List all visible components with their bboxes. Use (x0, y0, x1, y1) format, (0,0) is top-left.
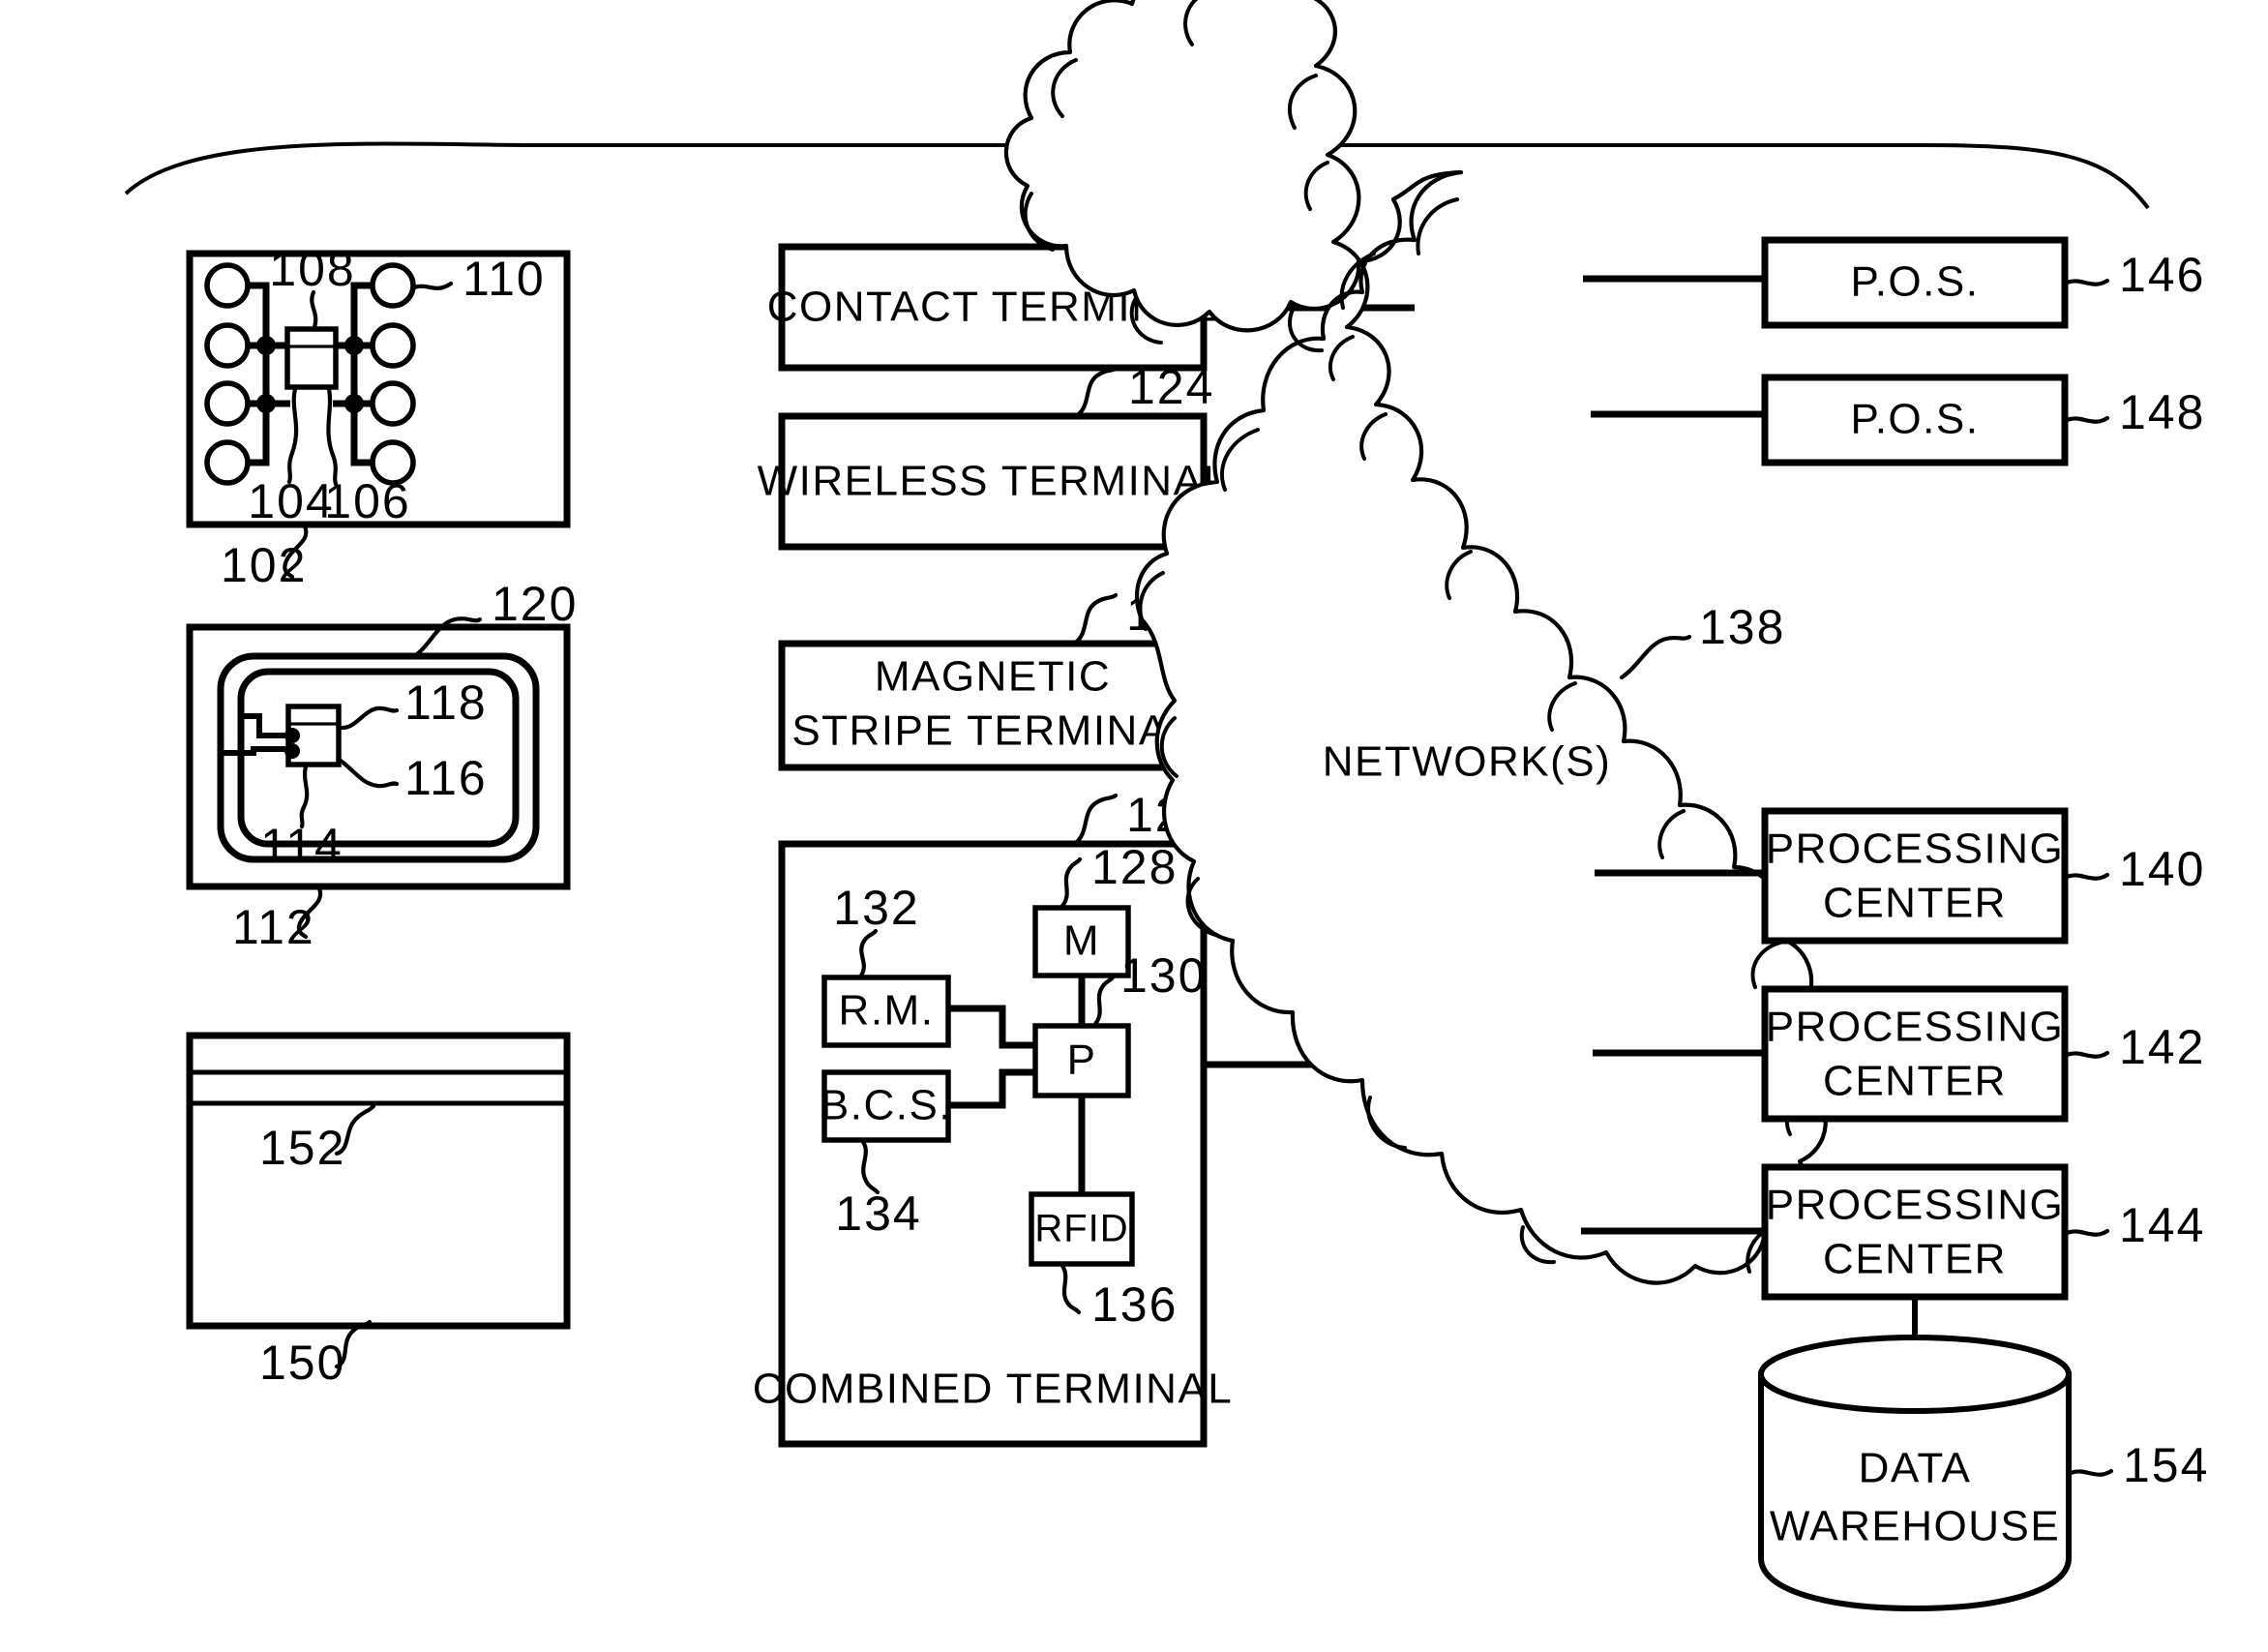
endpoint-pc-144-label-2: CENTER (1823, 1236, 2007, 1283)
ref-148: 148 (2119, 385, 2205, 439)
contact-pad-left-4 (204, 439, 251, 486)
module-rm-label: R.M. (839, 987, 935, 1035)
endpoint-pos-148-label: P.O.S. (1851, 396, 1980, 443)
ref-130: 130 (1120, 948, 1207, 1003)
ref-140: 140 (2119, 842, 2205, 896)
junction-dot (344, 394, 364, 413)
module-bcs-label: B.C.S. (821, 1082, 952, 1129)
contact-pad-left-2 (204, 322, 251, 369)
ref-108: 108 (269, 242, 355, 296)
contact-card-group: 108 110 104 106 102 (186, 242, 571, 592)
leader-144 (2064, 1228, 2110, 1237)
warehouse-cylinder-top (1758, 1335, 2072, 1414)
module-p-label: P (1067, 1036, 1097, 1084)
ref-138: 138 (1699, 600, 1785, 654)
leader-138 (1619, 634, 1692, 680)
ref-114: 114 (260, 819, 343, 873)
contact-pad-right-3 (370, 380, 416, 427)
endpoint-pc-144-label-1: PROCESSING (1766, 1182, 2064, 1229)
ref-110: 110 (463, 252, 546, 306)
junction-dot (256, 394, 276, 413)
figure-canvas: 100 (124, 0, 2209, 1612)
ref-136: 136 (1091, 1277, 1178, 1332)
network-label: NETWORK(S) (1323, 738, 1612, 786)
patent-figure: 100 (0, 0, 2268, 1652)
ref-132: 132 (833, 881, 919, 935)
terminal-magstripe-label-1: MAGNETIC (875, 653, 1111, 701)
rfid-chip-terminal (284, 743, 300, 759)
ref-150: 150 (259, 1336, 345, 1390)
terminal-combined-label: COMBINED TERMINAL (753, 1366, 1234, 1413)
leader-154 (2068, 1468, 2114, 1477)
module-m-label: M (1063, 917, 1100, 965)
contact-pad-right-2 (370, 322, 416, 369)
magstripe-card-body (186, 1032, 571, 1330)
rfid-card-group: 120 118 116 114 112 (186, 577, 578, 954)
ref-134: 134 (835, 1186, 921, 1241)
contact-pad-left-1 (204, 262, 251, 309)
ref-124: 124 (1128, 360, 1214, 414)
ref-118: 118 (404, 676, 488, 730)
ref-116: 116 (404, 751, 488, 805)
leader-142 (2064, 1050, 2110, 1059)
leader-146 (2064, 278, 2110, 286)
endpoint-pc-142-label-2: CENTER (1823, 1058, 2007, 1105)
junction-dot (256, 336, 276, 355)
junction-dot (344, 336, 364, 355)
warehouse-label-1: DATA (1859, 1445, 1972, 1492)
ref-104: 104 (248, 474, 334, 528)
leader-140 (2064, 872, 2110, 881)
ref-102: 102 (221, 538, 307, 592)
ref-142: 142 (2119, 1020, 2205, 1074)
rfid-chip-terminal (284, 728, 300, 743)
ref-128: 128 (1091, 840, 1178, 894)
contact-pad-left-3 (204, 380, 251, 427)
ref-112: 112 (232, 900, 315, 954)
ref-144: 144 (2119, 1198, 2205, 1252)
endpoint-pc-140-label-2: CENTER (1823, 880, 2007, 927)
contact-chip (284, 326, 339, 390)
terminal-magstripe-label-2: STRIPE TERMINAL (791, 707, 1193, 755)
endpoint-pos-146-group[interactable]: P.O.S. 146 (1583, 236, 2205, 329)
data-warehouse-group[interactable]: DATA WAREHOUSE 154 (1758, 1297, 2209, 1612)
module-rfid-label: RFID (1034, 1208, 1128, 1250)
endpoint-pos-146-label: P.O.S. (1851, 258, 1980, 306)
leader-126 (1071, 793, 1119, 847)
leader-125 (1071, 592, 1119, 646)
warehouse-label-2: WAREHOUSE (1770, 1503, 2060, 1550)
leader-124 (1073, 365, 1120, 419)
magstripe-card-group: 152 150 (186, 1032, 571, 1390)
terminal-wireless-label: WIRELESS TERMINAL (758, 458, 1229, 505)
endpoint-pc-142-label-1: PROCESSING (1766, 1004, 2064, 1051)
ref-154: 154 (2123, 1438, 2209, 1492)
leader-148 (2064, 415, 2110, 424)
contact-pad-right-1 (370, 262, 416, 309)
endpoint-pos-148-group[interactable]: P.O.S. 148 (1591, 374, 2205, 466)
ref-106: 106 (324, 474, 410, 528)
ref-152: 152 (259, 1121, 345, 1175)
ref-146: 146 (2119, 248, 2205, 302)
ref-120: 120 (492, 577, 578, 631)
endpoint-pc-140-label-1: PROCESSING (1766, 826, 2064, 873)
